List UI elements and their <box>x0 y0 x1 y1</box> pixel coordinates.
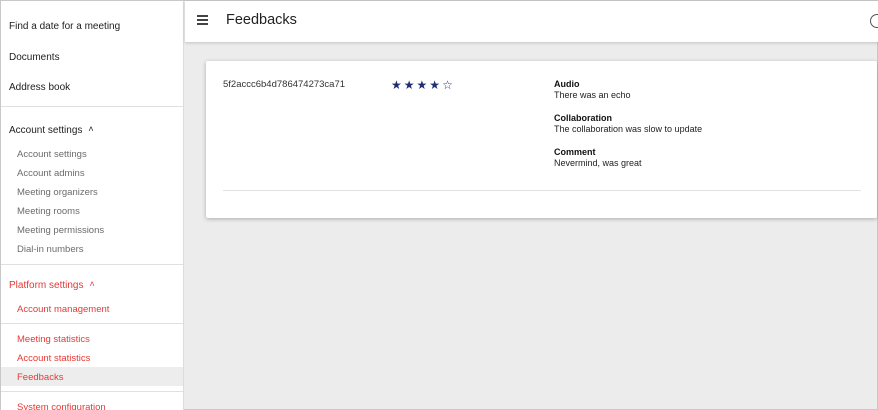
sidebar-item-address-book[interactable]: Address book <box>9 82 70 93</box>
feedback-field-value: Nevermind, was great <box>554 158 642 168</box>
feedback-field-audio: Audio There was an echo <box>554 79 631 100</box>
feedback-field-value: There was an echo <box>554 90 631 100</box>
sidebar-divider <box>1 264 183 265</box>
page-title: Feedbacks <box>226 12 297 28</box>
platform-settings-header-label: Platform settings <box>9 280 84 291</box>
star-rating: ★★★★☆ <box>391 78 455 92</box>
sidebar-item-system-configuration[interactable]: System configuration <box>17 402 106 410</box>
sidebar-item-account-statistics[interactable]: Account statistics <box>17 353 90 364</box>
star-outline-icon: ☆ <box>442 78 455 92</box>
sidebar-item-meeting-rooms[interactable]: Meeting rooms <box>17 206 80 217</box>
sidebar-item-account-management[interactable]: Account management <box>17 304 109 315</box>
chevron-up-icon: ˄ <box>89 279 95 289</box>
sidebar-item-documents[interactable]: Documents <box>9 52 60 63</box>
sidebar-item-feedbacks[interactable]: Feedbacks <box>17 372 63 383</box>
sidebar-item-account-admins[interactable]: Account admins <box>17 168 85 179</box>
sidebar-item-account-settings[interactable]: Account settings <box>17 149 87 160</box>
feedback-field-label: Comment <box>554 147 596 157</box>
sidebar-item-find-date[interactable]: Find a date for a meeting <box>9 21 120 32</box>
feedback-field-collaboration: Collaboration The collaboration was slow… <box>554 113 702 134</box>
star-filled-icon: ★ <box>416 78 430 92</box>
feedback-field-label: Audio <box>554 79 580 89</box>
sidebar-item-meeting-statistics[interactable]: Meeting statistics <box>17 334 90 345</box>
star-filled-icon: ★ <box>403 78 417 92</box>
top-app-bar: Feedbacks <box>185 1 878 42</box>
platform-settings-toggle[interactable]: Platform settings ˄ <box>9 279 95 291</box>
star-filled-icon: ★ <box>429 78 443 92</box>
feedback-field-comment: Comment Nevermind, was great <box>554 147 642 168</box>
chevron-up-icon: ˄ <box>88 124 94 134</box>
account-circle-icon[interactable] <box>870 14 878 28</box>
feedback-field-label: Collaboration <box>554 113 612 123</box>
sidebar-item-dial-in-numbers[interactable]: Dial-in numbers <box>17 244 84 255</box>
feedback-id: 5f2accc6b4d786474273ca71 <box>223 79 346 90</box>
sidebar-divider <box>1 106 183 107</box>
sidebar-divider <box>1 323 183 324</box>
star-filled-icon: ★ <box>391 78 404 92</box>
card-divider <box>223 190 861 191</box>
account-settings-header-label: Account settings <box>9 125 83 136</box>
account-settings-toggle[interactable]: Account settings ˄ <box>9 124 94 136</box>
sidebar-item-meeting-permissions[interactable]: Meeting permissions <box>17 225 104 236</box>
feedback-card: 5f2accc6b4d786474273ca71 ★★★★☆ Audio The… <box>206 61 877 218</box>
menu-icon[interactable] <box>197 15 208 25</box>
sidebar-item-meeting-organizers[interactable]: Meeting organizers <box>17 187 98 198</box>
sidebar: Find a date for a meeting Documents Addr… <box>1 1 184 410</box>
sidebar-divider <box>1 391 183 392</box>
feedback-field-value: The collaboration was slow to update <box>554 124 703 134</box>
